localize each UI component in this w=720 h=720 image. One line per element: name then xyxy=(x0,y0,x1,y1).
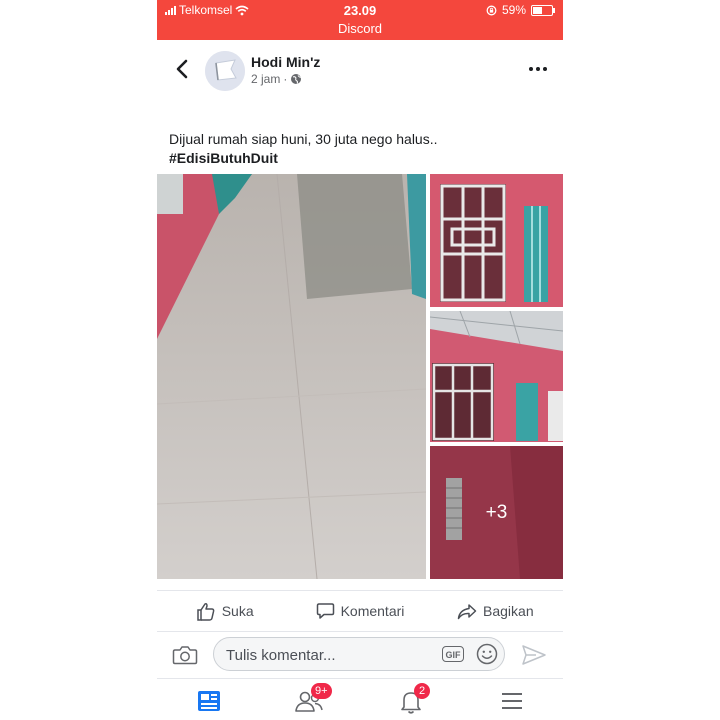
tab-friends[interactable]: 9+ xyxy=(291,683,332,717)
flag-avatar-icon xyxy=(205,51,245,91)
emoji-icon[interactable] xyxy=(476,643,498,665)
photo-window-2[interactable] xyxy=(430,311,563,442)
gif-button[interactable]: GIF xyxy=(442,646,464,662)
post-time[interactable]: 2 jam xyxy=(251,72,280,86)
meta-dot: · xyxy=(283,72,288,86)
share-label: Bagikan xyxy=(483,603,534,619)
hamburger-menu-icon xyxy=(502,693,522,709)
comment-input[interactable] xyxy=(224,644,428,666)
send-icon[interactable] xyxy=(521,643,547,667)
friends-badge: 9+ xyxy=(311,683,332,699)
comment-button[interactable]: Komentari xyxy=(292,591,427,631)
more-photos-overlay: +3 xyxy=(430,446,563,579)
floor-photo xyxy=(157,174,426,579)
battery-area: 59% xyxy=(486,3,555,17)
thumbs-up-icon xyxy=(196,602,215,621)
comment-icon xyxy=(316,603,334,619)
more-options-icon[interactable] xyxy=(527,58,549,80)
post-actions: Suka Komentari Bagikan xyxy=(157,590,563,632)
more-photos-count: +3 xyxy=(485,501,508,523)
hashtag-link[interactable]: #EdisiButuhDuit xyxy=(169,149,549,168)
globe-icon xyxy=(291,74,302,84)
tab-news-feed[interactable] xyxy=(191,685,227,717)
battery-fill xyxy=(533,6,543,14)
post-text: Dijual rumah siap huni, 30 juta nego hal… xyxy=(169,130,549,168)
back-arrow-icon[interactable] xyxy=(171,56,193,82)
tab-menu[interactable] xyxy=(494,685,530,717)
window-photo xyxy=(430,174,563,307)
notifications-badge: 2 xyxy=(414,683,430,699)
post-header: Hodi Min'z 2 jam · xyxy=(157,44,563,98)
comment-bar: GIF xyxy=(157,634,563,676)
like-label: Suka xyxy=(221,603,254,619)
photo-window-1[interactable] xyxy=(430,174,563,307)
house-photo xyxy=(430,311,563,442)
like-button[interactable]: Suka xyxy=(157,591,292,631)
avatar[interactable] xyxy=(205,51,245,91)
rotation-lock-icon xyxy=(486,5,497,15)
comment-label: Komentari xyxy=(340,603,405,619)
photo-more[interactable]: +3 xyxy=(430,446,563,579)
news-feed-icon xyxy=(198,691,220,711)
status-bar: Telkomsel 23.09 Discord 59% xyxy=(157,0,563,40)
return-to-app[interactable]: Discord xyxy=(157,21,563,36)
comment-input-box[interactable]: GIF xyxy=(213,637,505,671)
post-meta: 2 jam · xyxy=(251,72,302,86)
battery-icon xyxy=(531,4,555,16)
post-message: Dijual rumah siap huni, 30 juta nego hal… xyxy=(169,131,438,147)
share-icon xyxy=(457,603,477,619)
battery-percent: 59% xyxy=(501,3,526,17)
tab-notifications[interactable]: 2 xyxy=(393,683,430,717)
photo-main[interactable] xyxy=(157,174,426,579)
author-name[interactable]: Hodi Min'z xyxy=(251,54,320,70)
bottom-nav: 9+ 2 xyxy=(157,678,563,720)
share-button[interactable]: Bagikan xyxy=(428,591,563,631)
phone-screen: Telkomsel 23.09 Discord 59% Hodi Min'z 2… xyxy=(157,0,563,720)
camera-icon[interactable] xyxy=(172,643,198,667)
